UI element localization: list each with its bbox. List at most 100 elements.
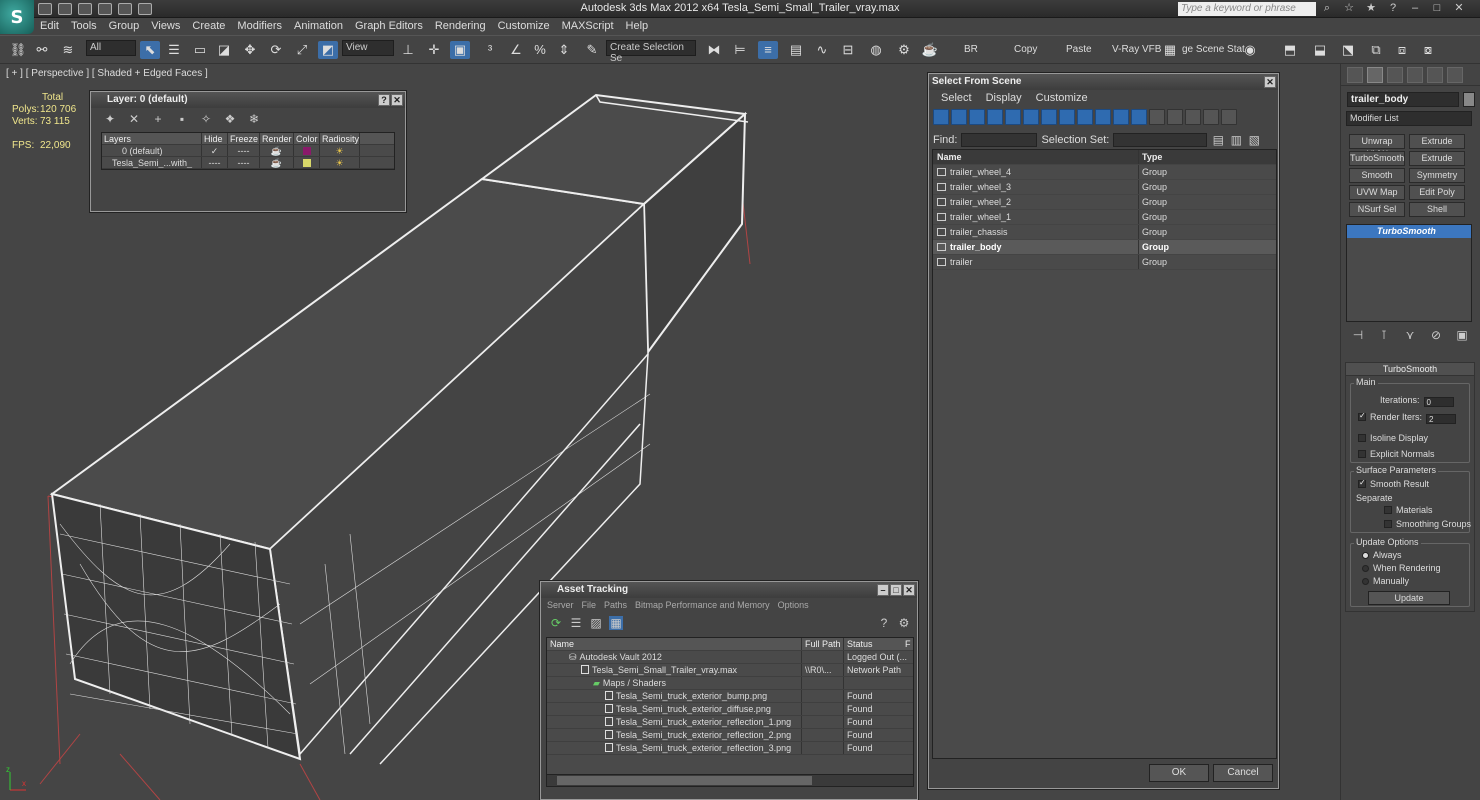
display-hidden-icon[interactable] [1131, 109, 1147, 125]
tool-f-icon[interactable]: ⧇ [1418, 41, 1438, 59]
object-name-field[interactable]: trailer_body [1347, 92, 1459, 107]
rollout-header[interactable]: TurboSmooth [1346, 363, 1474, 376]
hide-toggle[interactable]: ✓ [202, 145, 228, 156]
asset-menu-bitmap[interactable]: Bitmap Performance and Memory [635, 600, 770, 611]
modifier-button-smooth[interactable]: Smooth [1349, 168, 1405, 183]
close-icon[interactable]: ✕ [1452, 1, 1466, 15]
render-toggle-icon[interactable]: ☕ [260, 145, 294, 156]
modifier-button-unwrap-uvw[interactable]: Unwrap UVW [1349, 134, 1405, 159]
subscription-icon[interactable]: ☆ [1342, 1, 1356, 15]
menu-animation[interactable]: Animation [288, 18, 349, 35]
menu-tools[interactable]: Tools [65, 18, 103, 35]
scene-object-row[interactable]: trailer_wheel_2 Group [933, 195, 1276, 210]
show-end-result-icon[interactable]: ⊺ [1377, 328, 1391, 342]
iterations-spinner[interactable]: 0 [1423, 397, 1454, 407]
render-iters-spinner[interactable]: 2 [1426, 414, 1457, 424]
refresh-icon[interactable]: ⟳ [549, 616, 563, 630]
paste-button[interactable]: Paste [1066, 44, 1092, 55]
help-icon[interactable]: ? [378, 94, 390, 106]
layer-color-swatch[interactable] [294, 145, 320, 156]
object-color-swatch[interactable] [1463, 92, 1475, 107]
display-spacewarps-icon[interactable] [1023, 109, 1039, 125]
create-set-icon[interactable]: ▤ [1211, 133, 1225, 147]
layer-color-swatch[interactable] [294, 157, 320, 168]
br-button[interactable]: BR [964, 44, 978, 55]
link-icon[interactable]: ⛓ [8, 41, 28, 59]
window-crossing-icon[interactable]: ◪ [214, 41, 234, 59]
column-status[interactable]: Status [844, 638, 905, 650]
render-iters-checkbox[interactable] [1358, 411, 1366, 421]
ok-button[interactable]: OK [1149, 764, 1209, 782]
isoline-checkbox[interactable] [1358, 434, 1366, 442]
layer-row[interactable]: Tesla_Semi_...with_ ---- ---- ☕ ☀ [102, 157, 394, 169]
sfs-menu-select[interactable]: Select [941, 92, 972, 104]
freeze-all-icon[interactable]: ❄ [247, 112, 261, 126]
asset-row[interactable]: Tesla_Semi_truck_exterior_reflection_3.p… [547, 742, 913, 755]
selection-filter-dropdown[interactable]: All [86, 40, 136, 56]
bind-space-warp-icon[interactable]: ≋ [58, 41, 78, 59]
selection-set-dropdown[interactable] [1113, 133, 1208, 147]
save-file-icon[interactable] [78, 3, 92, 15]
column-color[interactable]: Color [294, 133, 320, 144]
column-name[interactable]: Name [547, 638, 802, 650]
keyboard-shortcut-icon[interactable]: ▣ [450, 41, 470, 59]
horizontal-scrollbar[interactable] [547, 774, 913, 786]
column-full-path[interactable]: Full Path [802, 638, 844, 650]
scene-object-row[interactable]: trailer_wheel_4 Group [933, 165, 1276, 180]
menu-rendering[interactable]: Rendering [429, 18, 492, 35]
tool-a-icon[interactable]: ⬒ [1280, 41, 1300, 59]
display-shapes-icon[interactable] [951, 109, 967, 125]
asset-row[interactable]: Tesla_Semi_truck_exterior_diffuse.png Fou… [547, 703, 913, 716]
sfs-menu-customize[interactable]: Customize [1036, 92, 1088, 104]
column-layers[interactable]: Layers [102, 133, 202, 144]
hide-all-icon[interactable]: ❖ [223, 112, 237, 126]
freeze-toggle[interactable]: ---- [228, 157, 260, 168]
maximize-icon[interactable]: □ [890, 584, 902, 596]
modifier-button-shell[interactable]: Shell [1409, 202, 1465, 217]
manually-radio[interactable] [1362, 578, 1369, 585]
asset-row[interactable]: Tesla_Semi_Small_Trailer_vray.max \\R0\..… [547, 664, 913, 677]
spinner-snap-icon[interactable]: ⇕ [554, 41, 574, 59]
select-in-layer-icon[interactable]: ▪ [175, 112, 189, 126]
modifier-button-extrude[interactable]: Extrude [1409, 151, 1465, 166]
percent-snap-icon[interactable]: % [530, 41, 550, 59]
modifier-list-dropdown[interactable]: Modifier List [1346, 111, 1472, 126]
menu-customize[interactable]: Customize [492, 18, 556, 35]
scene-stats-icon[interactable]: ▦ [1160, 41, 1180, 59]
scene-stats-button[interactable]: ge Scene Stat [1182, 44, 1245, 55]
maximize-icon[interactable]: □ [1430, 1, 1444, 15]
freeze-toggle[interactable]: ---- [228, 145, 260, 156]
modifier-button-edit-poly[interactable]: Edit Poly [1409, 185, 1465, 200]
reference-coordinate-dropdown[interactable]: View [342, 40, 394, 56]
layer-panel-titlebar[interactable]: Layer: 0 (default) ? ✕ [91, 92, 405, 108]
create-layer-icon[interactable]: ✦ [103, 112, 117, 126]
sfs-titlebar[interactable]: Select From Scene ✕ [929, 74, 1278, 90]
display-tab-icon[interactable] [1427, 67, 1443, 83]
select-by-name-icon[interactable]: ☰ [164, 41, 184, 59]
render-setup-icon[interactable]: ⚙ [894, 41, 914, 59]
open-file-icon[interactable] [58, 3, 72, 15]
vray-logo-icon[interactable]: ◉ [1240, 41, 1260, 59]
smoothing-groups-checkbox[interactable] [1384, 520, 1392, 528]
scene-object-row[interactable]: trailer Group [933, 255, 1276, 270]
asset-row[interactable]: ▰ Maps / Shaders [547, 677, 913, 690]
column-name[interactable]: Name [933, 150, 1139, 164]
modifier-button-uvw-map[interactable]: UVW Map [1349, 185, 1405, 200]
select-rotate-icon[interactable]: ⟳ [266, 41, 286, 59]
list-view-icon[interactable]: ☰ [569, 616, 583, 630]
table-view-icon[interactable]: ▦ [609, 616, 623, 630]
column-hide[interactable]: Hide [202, 133, 228, 144]
menu-maxscript[interactable]: MAXScript [556, 18, 620, 35]
select-object-icon[interactable]: ⬉ [140, 41, 160, 59]
when-rendering-radio[interactable] [1362, 565, 1369, 572]
tool-b-icon[interactable]: ⬓ [1310, 41, 1330, 59]
favorites-icon[interactable]: ★ [1364, 1, 1378, 15]
binoculars-icon[interactable]: ⌕ [1320, 1, 1334, 15]
menu-edit[interactable]: Edit [34, 18, 65, 35]
display-lights-icon[interactable] [969, 109, 985, 125]
material-editor-icon[interactable]: ◍ [866, 41, 886, 59]
unlink-icon[interactable]: ⚯ [32, 41, 52, 59]
angle-snap-icon[interactable]: ∠ [506, 41, 526, 59]
settings-icon[interactable]: ⚙ [897, 616, 911, 630]
delete-layer-icon[interactable]: ✕ [127, 112, 141, 126]
